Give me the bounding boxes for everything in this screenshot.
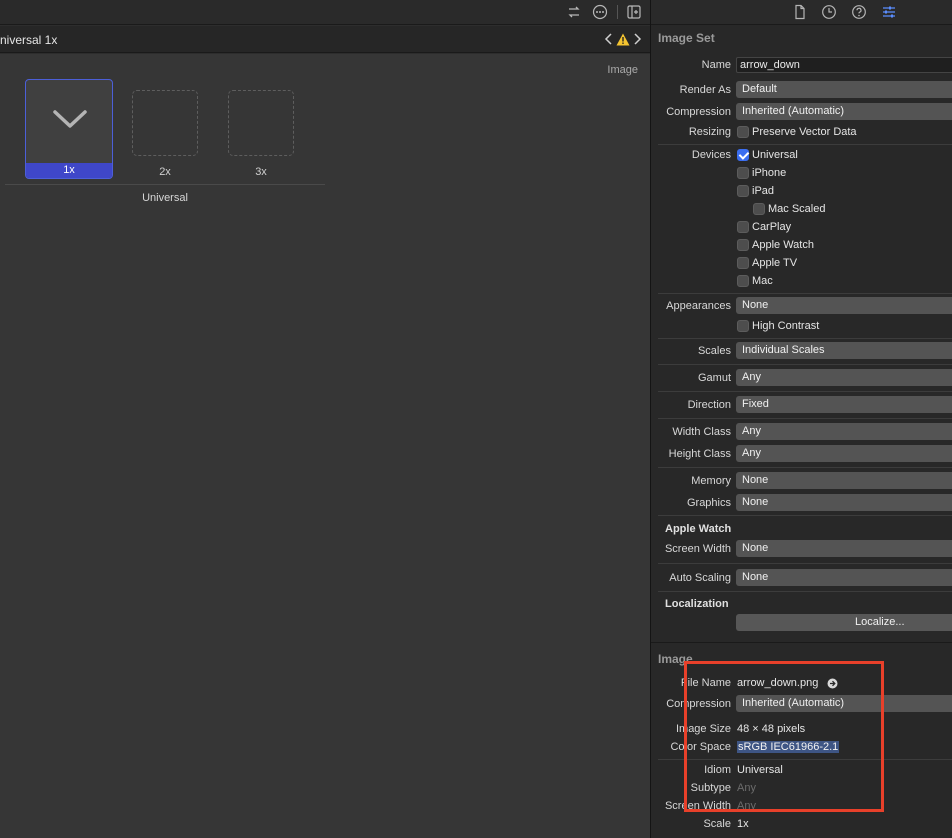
direction-popup[interactable]: Fixed bbox=[736, 396, 952, 413]
inspector-tabs bbox=[651, 0, 952, 25]
name-field[interactable]: arrow_down bbox=[736, 57, 952, 73]
warning-icon[interactable] bbox=[616, 33, 630, 46]
localization-section-title: Localization bbox=[665, 598, 729, 610]
asset-editor: niversal 1x Image 1x 2x 3x Universal bbox=[0, 0, 650, 838]
height-class-popup[interactable]: Any bbox=[736, 445, 952, 462]
scale-value: 1x bbox=[737, 818, 749, 830]
apple-watch-section-title: Apple Watch bbox=[665, 523, 732, 535]
device-apple-tv-checkbox[interactable] bbox=[737, 257, 749, 269]
history-icon[interactable] bbox=[821, 4, 837, 20]
separator bbox=[658, 515, 952, 516]
separator bbox=[658, 418, 952, 419]
width-class-popup[interactable]: Any bbox=[736, 423, 952, 440]
resizing-label: Resizing bbox=[688, 126, 731, 138]
direction-label: Direction bbox=[687, 399, 731, 411]
editor-toolbar bbox=[0, 0, 650, 25]
separator bbox=[658, 364, 952, 365]
compression-popup[interactable]: Inherited (Automatic) bbox=[736, 103, 952, 120]
device-carplay-label: CarPlay bbox=[752, 221, 792, 233]
jumpbar-title[interactable]: niversal 1x bbox=[0, 33, 57, 47]
appearances-popup[interactable]: None bbox=[736, 297, 952, 314]
name-label: Name bbox=[701, 59, 731, 71]
device-ipad-checkbox[interactable] bbox=[737, 185, 749, 197]
scale-label: Scale bbox=[703, 818, 731, 830]
toolbar-divider bbox=[617, 5, 618, 19]
annotation-highlight-box bbox=[684, 661, 884, 812]
preserve-vector-checkbox[interactable] bbox=[737, 126, 749, 138]
device-mac-scaled-checkbox[interactable] bbox=[753, 203, 765, 215]
memory-popup[interactable]: None bbox=[736, 472, 952, 489]
device-mac-label: Mac bbox=[752, 275, 773, 287]
screen-width-label: Screen Width bbox=[664, 543, 731, 555]
chevron-right-icon[interactable] bbox=[631, 31, 643, 47]
scales-label: Scales bbox=[697, 345, 731, 357]
device-universal-checkbox[interactable] bbox=[737, 149, 749, 161]
slot-1x[interactable]: 1x bbox=[25, 79, 113, 179]
help-icon[interactable] bbox=[851, 4, 867, 20]
gamut-popup[interactable]: Any bbox=[736, 369, 952, 386]
separator bbox=[658, 467, 952, 468]
auto-scaling-popup[interactable]: None bbox=[736, 569, 952, 586]
height-class-label: Height Class bbox=[668, 448, 731, 460]
device-apple-watch-label: Apple Watch bbox=[752, 239, 814, 251]
slot-2x-dropzone[interactable] bbox=[132, 90, 198, 156]
separator bbox=[658, 144, 952, 145]
device-ipad-label: iPad bbox=[752, 185, 775, 197]
add-editor-icon[interactable] bbox=[626, 4, 642, 20]
gamut-label: Gamut bbox=[697, 372, 731, 384]
high-contrast-label: High Contrast bbox=[752, 320, 820, 332]
localize-button[interactable]: Localize... bbox=[736, 614, 952, 631]
chevron-down-icon bbox=[53, 110, 87, 128]
device-iphone-label: iPhone bbox=[752, 167, 787, 179]
separator bbox=[658, 591, 952, 592]
screen-width-popup[interactable]: None bbox=[736, 540, 952, 557]
render-as-popup[interactable]: Default bbox=[736, 81, 952, 98]
chevron-left-icon[interactable] bbox=[603, 31, 615, 47]
device-mac-checkbox[interactable] bbox=[737, 275, 749, 287]
canvas-type-label: Image bbox=[607, 64, 638, 76]
compression-label: Compression bbox=[666, 106, 731, 118]
auto-scaling-label: Auto Scaling bbox=[669, 572, 731, 584]
separator bbox=[658, 293, 952, 294]
graphics-label: Graphics bbox=[686, 497, 731, 509]
width-class-label: Width Class bbox=[672, 426, 731, 438]
group-divider bbox=[5, 184, 325, 185]
slot-3x-dropzone[interactable] bbox=[228, 90, 294, 156]
device-universal-label: Universal bbox=[752, 149, 798, 161]
file-icon[interactable] bbox=[792, 4, 808, 20]
attributes-icon[interactable] bbox=[881, 4, 897, 20]
devices-label: Devices bbox=[691, 149, 731, 161]
section-divider bbox=[651, 642, 952, 643]
appearances-label: Appearances bbox=[666, 300, 731, 312]
separator bbox=[658, 563, 952, 564]
device-carplay-checkbox[interactable] bbox=[737, 221, 749, 233]
jump-bar: niversal 1x bbox=[0, 26, 650, 53]
slot-2x-label: 2x bbox=[159, 166, 171, 178]
scales-popup[interactable]: Individual Scales bbox=[736, 342, 952, 359]
device-apple-tv-label: Apple TV bbox=[752, 257, 798, 269]
separator bbox=[658, 338, 952, 339]
preserve-vector-label: Preserve Vector Data bbox=[752, 126, 857, 138]
memory-label: Memory bbox=[691, 475, 731, 487]
swap-icon[interactable] bbox=[566, 4, 582, 20]
render-as-label: Render As bbox=[679, 84, 731, 96]
high-contrast-checkbox[interactable] bbox=[737, 320, 749, 332]
asset-canvas: Image 1x 2x 3x Universal bbox=[0, 54, 650, 838]
device-apple-watch-checkbox[interactable] bbox=[737, 239, 749, 251]
slot-1x-frame[interactable]: 1x bbox=[25, 79, 113, 179]
slot-1x-label: 1x bbox=[26, 163, 112, 178]
device-iphone-checkbox[interactable] bbox=[737, 167, 749, 179]
group-label: Universal bbox=[142, 192, 188, 204]
graphics-popup[interactable]: None bbox=[736, 494, 952, 511]
image-set-section-title: Image Set bbox=[658, 31, 715, 45]
more-icon[interactable] bbox=[592, 4, 608, 20]
slot-3x-label: 3x bbox=[255, 166, 267, 178]
device-mac-scaled-label: Mac Scaled bbox=[768, 203, 826, 215]
separator bbox=[658, 391, 952, 392]
